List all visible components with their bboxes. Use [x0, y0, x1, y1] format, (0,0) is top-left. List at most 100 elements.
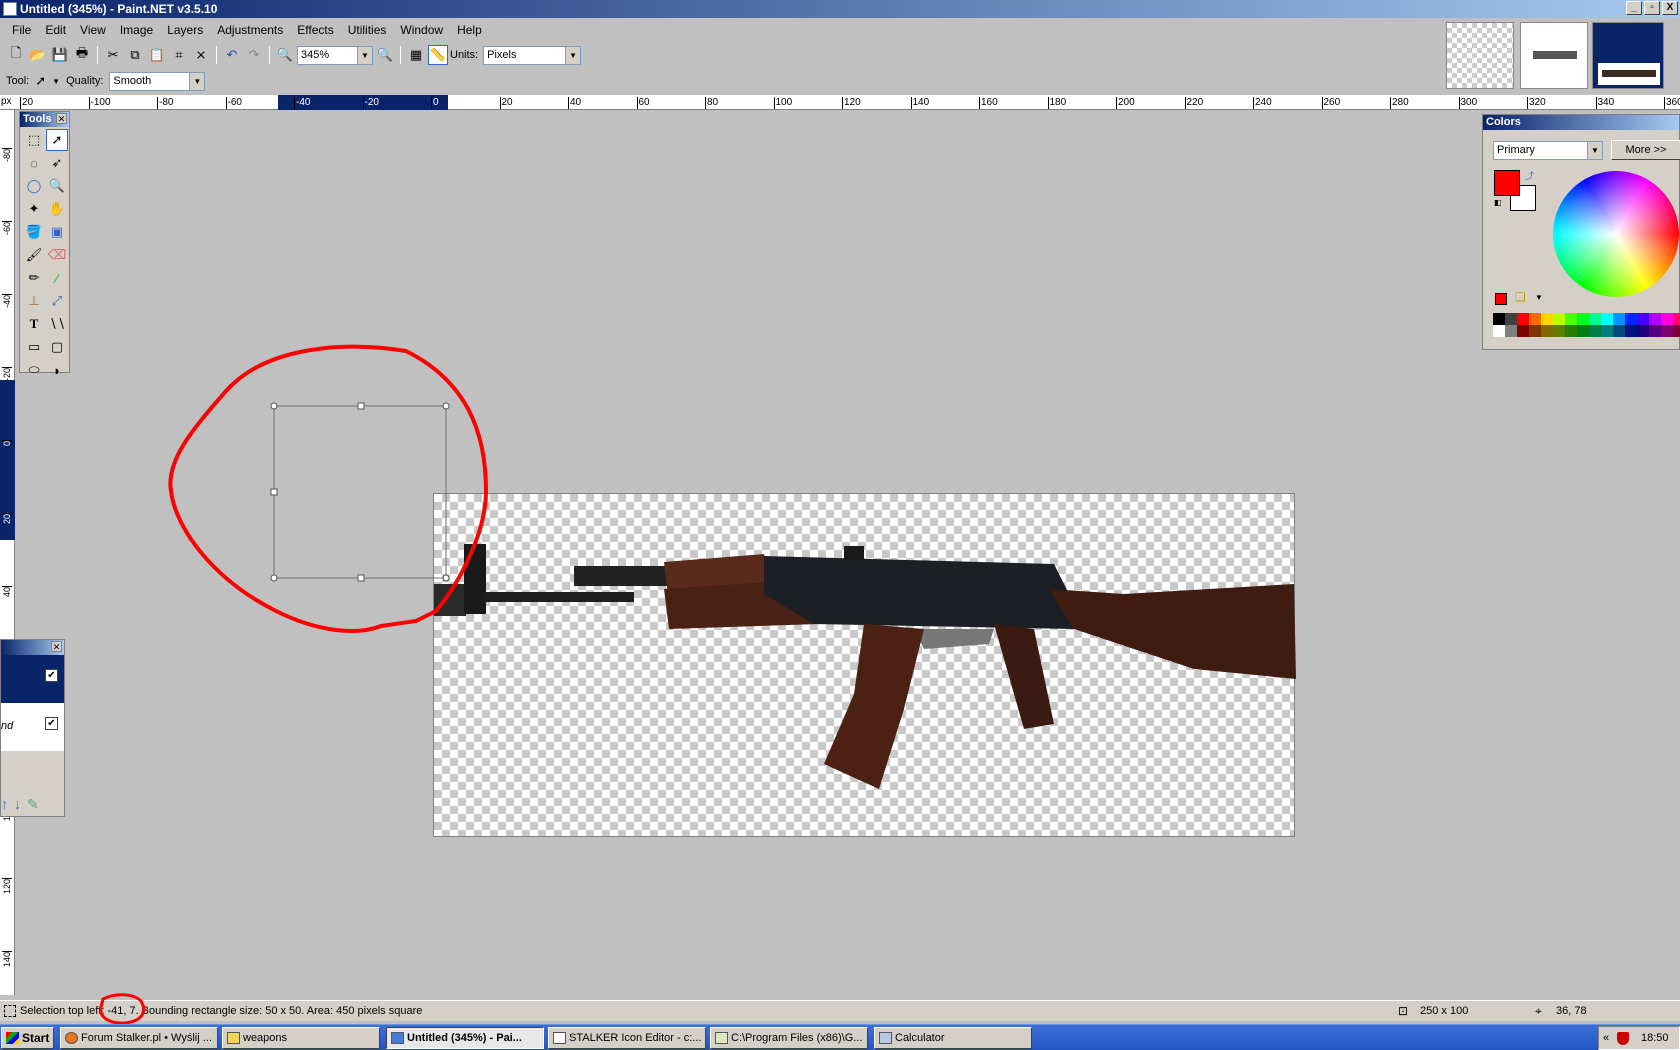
- palette-swatch[interactable]: [1577, 325, 1589, 337]
- color-mode-combo[interactable]: Primary ▼: [1493, 141, 1603, 160]
- close-icon[interactable]: ✕: [56, 113, 67, 124]
- zoom-icon[interactable]: 🔍: [46, 175, 68, 197]
- eraser-icon[interactable]: ⌫: [46, 244, 68, 266]
- rounded-rectangle-icon[interactable]: ▢: [46, 336, 68, 358]
- document-thumbnail-active[interactable]: [1592, 22, 1664, 89]
- palette-swatch[interactable]: [1661, 313, 1673, 325]
- add-to-palette-icon[interactable]: [1495, 293, 1507, 305]
- selection-handle[interactable]: [270, 488, 278, 496]
- palette-swatch[interactable]: [1529, 325, 1541, 337]
- palette-swatch[interactable]: [1625, 325, 1637, 337]
- zoom-combo[interactable]: 345% ▼: [297, 45, 373, 65]
- ellipse-icon[interactable]: ⬭: [23, 359, 45, 381]
- palette-swatch[interactable]: [1601, 313, 1613, 325]
- taskbar-item-icon-editor[interactable]: STALKER Icon Editor - c:...: [548, 1027, 706, 1049]
- zoom-in-icon[interactable]: 🔍: [375, 45, 395, 65]
- undo-icon[interactable]: ↶: [222, 45, 242, 65]
- colors-panel-title[interactable]: Colors: [1483, 115, 1679, 130]
- palette-swatch[interactable]: [1529, 313, 1541, 325]
- menu-help[interactable]: Help: [450, 20, 489, 41]
- move-selection-icon[interactable]: ➚: [46, 129, 68, 151]
- selection-handle[interactable]: [357, 574, 365, 582]
- maximize-button[interactable]: ▫: [1644, 1, 1660, 15]
- palette-swatch[interactable]: [1613, 313, 1625, 325]
- chevron-down-icon[interactable]: ▼: [52, 77, 60, 86]
- palette-swatch[interactable]: [1637, 325, 1649, 337]
- color-wheel[interactable]: [1553, 171, 1679, 297]
- palette-swatch[interactable]: [1649, 325, 1661, 337]
- palette-swatch[interactable]: [1673, 313, 1680, 325]
- tray-expand-button[interactable]: «: [1603, 1027, 1609, 1049]
- freeform-shape-icon[interactable]: ◗: [46, 359, 68, 381]
- text-icon[interactable]: T: [23, 313, 45, 335]
- chevron-down-icon[interactable]: ▼: [1587, 142, 1602, 159]
- chevron-down-icon[interactable]: ▼: [357, 46, 372, 64]
- more-colors-button[interactable]: More >>: [1611, 140, 1680, 160]
- new-icon[interactable]: 🗋: [6, 45, 26, 65]
- color-palette[interactable]: [1493, 313, 1680, 337]
- palette-swatch[interactable]: [1505, 325, 1517, 337]
- close-icon[interactable]: ✕: [51, 641, 62, 652]
- document-thumbnail[interactable]: [1520, 22, 1588, 89]
- gradient-icon[interactable]: ▣: [46, 221, 68, 243]
- palette-swatch[interactable]: [1517, 313, 1529, 325]
- palette-menu-icon[interactable]: ❏: [1515, 290, 1526, 304]
- rectangle-icon[interactable]: ▭: [23, 336, 45, 358]
- pencil-icon[interactable]: ✏: [23, 267, 45, 289]
- palette-swatch[interactable]: [1553, 313, 1565, 325]
- start-button[interactable]: Start: [1, 1027, 54, 1049]
- color-picker-icon[interactable]: ⁄: [46, 267, 68, 289]
- save-icon[interactable]: 💾: [50, 45, 70, 65]
- palette-swatch[interactable]: [1661, 325, 1673, 337]
- paintbrush-icon[interactable]: 🖌: [23, 244, 45, 266]
- selection-handle[interactable]: [270, 402, 278, 410]
- copy-icon[interactable]: ⧉: [125, 45, 145, 65]
- palette-swatch[interactable]: [1589, 313, 1601, 325]
- palette-swatch[interactable]: [1517, 325, 1529, 337]
- rulers-icon[interactable]: 📏: [428, 45, 448, 65]
- document-thumbnail[interactable]: [1446, 22, 1514, 89]
- menu-view[interactable]: View: [73, 20, 113, 41]
- palette-swatch[interactable]: [1553, 325, 1565, 337]
- swap-colors-icon[interactable]: ⤴: [1525, 169, 1534, 182]
- palette-swatch[interactable]: [1601, 325, 1613, 337]
- taskbar-item-paintnet[interactable]: Untitled (345%) - Pai...: [386, 1027, 544, 1049]
- recolor-icon[interactable]: ⤢: [46, 290, 68, 312]
- move-selected-icon[interactable]: ➶: [46, 152, 68, 174]
- layer-visibility-checkbox[interactable]: ✔: [45, 717, 58, 730]
- close-button[interactable]: X: [1662, 1, 1678, 15]
- palette-swatch[interactable]: [1673, 325, 1680, 337]
- units-combo[interactable]: Pixels ▼: [483, 45, 582, 65]
- layer-row-selected[interactable]: ✔: [1, 655, 64, 703]
- line-curve-icon[interactable]: ∖∖: [46, 313, 68, 335]
- zoom-out-icon[interactable]: 🔍: [275, 45, 295, 65]
- layers-panel-title[interactable]: ✕: [1, 640, 64, 655]
- palette-swatch[interactable]: [1493, 313, 1505, 325]
- selection-handle[interactable]: [442, 402, 450, 410]
- open-icon[interactable]: 📂: [28, 45, 48, 65]
- title-bar[interactable]: Untitled (345%) - Paint.NET v3.5.10 _ ▫ …: [0, 0, 1680, 18]
- selection-rectangle[interactable]: [273, 405, 447, 579]
- crop-icon[interactable]: ⌗: [169, 45, 189, 65]
- menu-file[interactable]: File: [5, 20, 38, 41]
- quality-combo[interactable]: Smooth ▼: [109, 71, 206, 91]
- palette-swatch[interactable]: [1565, 313, 1577, 325]
- taskbar-item-calculator[interactable]: Calculator: [874, 1027, 1032, 1049]
- canvas-area[interactable]: [16, 111, 1680, 996]
- tools-panel-title[interactable]: Tools ✕: [20, 112, 69, 127]
- pan-hand-icon[interactable]: ✋: [46, 198, 68, 220]
- clone-stamp-icon[interactable]: ⊥: [23, 290, 45, 312]
- palette-swatch[interactable]: [1505, 313, 1517, 325]
- selection-handle[interactable]: [357, 402, 365, 410]
- deselect-icon[interactable]: ⨯: [191, 45, 211, 65]
- grid-icon[interactable]: ▦: [406, 45, 426, 65]
- palette-swatch[interactable]: [1541, 313, 1553, 325]
- selection-handle[interactable]: [442, 574, 450, 582]
- paste-icon[interactable]: 📋: [147, 45, 167, 65]
- move-layer-down-icon[interactable]: ↓: [14, 796, 21, 813]
- shield-icon[interactable]: [1617, 1032, 1629, 1045]
- rectangle-select-icon[interactable]: ⬚: [23, 129, 45, 151]
- chevron-down-icon[interactable]: ▼: [565, 46, 581, 64]
- palette-swatch[interactable]: [1613, 325, 1625, 337]
- palette-swatch[interactable]: [1649, 313, 1661, 325]
